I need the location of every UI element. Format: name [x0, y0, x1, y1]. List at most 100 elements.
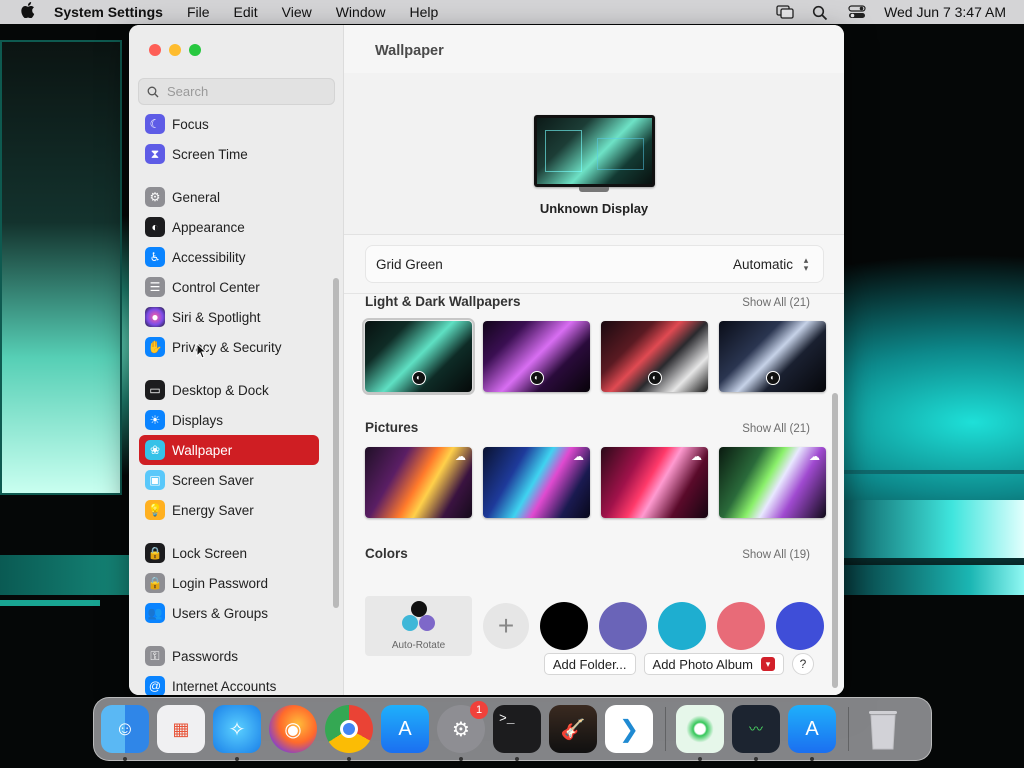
dock-vscode-icon[interactable]: ❯: [605, 705, 653, 753]
sidebar-item-users-groups[interactable]: 👥 Users & Groups: [139, 598, 319, 628]
show-all-button[interactable]: Show All (21): [742, 423, 810, 435]
control-center-icon[interactable]: [848, 5, 866, 19]
accessibility-icon: ♿: [145, 247, 165, 267]
dock-app-store-2-icon[interactable]: A: [788, 705, 836, 761]
menu-file[interactable]: File: [187, 4, 210, 20]
sidebar-item-accessibility[interactable]: ♿ Accessibility: [139, 242, 319, 272]
sidebar-item-displays[interactable]: ☀ Displays: [139, 405, 319, 435]
minimize-button[interactable]: [169, 44, 181, 56]
auto-rotate-tile[interactable]: Auto-Rotate: [365, 596, 472, 656]
sun-icon: ☀: [145, 410, 165, 430]
add-photo-album-button[interactable]: Add Photo Album ▾: [643, 653, 784, 675]
wallpaper-shape: [844, 565, 1024, 595]
menu-window[interactable]: Window: [336, 4, 386, 20]
wallpaper-thumbnail[interactable]: ◐: [483, 321, 590, 392]
sidebar-item-desktop-dock[interactable]: ▭ Desktop & Dock: [139, 375, 319, 405]
sidebar-item-siri-spotlight[interactable]: ● Siri & Spotlight: [139, 302, 319, 332]
page-title: Wallpaper: [375, 43, 444, 59]
sidebar-item-label: Accessibility: [172, 249, 246, 265]
sidebar-item-lock-screen[interactable]: 🔒 Lock Screen: [139, 538, 319, 568]
main-scrollbar[interactable]: [832, 393, 838, 688]
cloud-download-icon: ☁: [455, 451, 466, 463]
add-folder-button[interactable]: Add Folder...: [543, 653, 636, 675]
wallpaper-thumbnail[interactable]: ☁: [483, 447, 590, 518]
dock-trash-icon[interactable]: [859, 705, 907, 753]
search-input[interactable]: [167, 84, 327, 99]
wallpaper-thumbnail[interactable]: ☁: [719, 447, 826, 518]
cloud-download-icon: ☁: [809, 451, 820, 463]
search-field[interactable]: [138, 78, 335, 105]
sidebar-item-screen-saver[interactable]: ▣ Screen Saver: [139, 465, 319, 495]
dock-garageband-icon[interactable]: 🎸: [549, 705, 597, 753]
appearance-mode-popup[interactable]: Automatic ▴ ▾: [733, 255, 813, 273]
dock-terminal-icon[interactable]: >_: [493, 705, 541, 761]
menu-edit[interactable]: Edit: [234, 4, 258, 20]
help-button[interactable]: ?: [792, 653, 814, 675]
sidebar-item-focus[interactable]: ☾ Focus: [139, 109, 319, 139]
hand-icon: ✋: [145, 337, 165, 357]
sidebar-item-label: Screen Saver: [172, 472, 254, 488]
menu-view[interactable]: View: [282, 4, 312, 20]
sidebar-list: ☾ Focus ⧗ Screen Time ⚙ General ◐ Appear…: [139, 111, 319, 695]
screen-mirroring-icon[interactable]: [776, 5, 794, 19]
color-swatch[interactable]: [599, 602, 647, 650]
bulb-icon: 💡: [145, 500, 165, 520]
color-swatch[interactable]: [776, 602, 824, 650]
mouse-cursor-icon: [196, 343, 206, 359]
apple-menu-icon[interactable]: [18, 1, 38, 23]
wallpaper-shape: [0, 600, 100, 606]
dock-activity-monitor-icon[interactable]: 〰: [732, 705, 780, 761]
add-color-button[interactable]: +: [483, 603, 529, 649]
dock-launchpad-icon[interactable]: ▦: [157, 705, 205, 753]
sidebar-item-label: Passwords: [172, 648, 239, 664]
sidebar-item-passwords[interactable]: ⚿ Passwords: [139, 641, 319, 671]
menu-app-name[interactable]: System Settings: [54, 4, 163, 20]
close-button[interactable]: [149, 44, 161, 56]
display-monitor-icon: [534, 115, 655, 187]
sidebar-item-privacy-security[interactable]: ✋ Privacy & Security: [139, 332, 319, 362]
key-icon: ⚿: [145, 646, 165, 666]
color-swatch[interactable]: [717, 602, 765, 650]
show-all-button[interactable]: Show All (19): [742, 549, 810, 561]
wallpaper-thumbnail[interactable]: ☁: [601, 447, 708, 518]
sidebar-item-label: Lock Screen: [172, 545, 248, 561]
dock-system-settings-icon[interactable]: ⚙ 1: [437, 701, 488, 761]
wallpaper-thumbnail[interactable]: ☁: [365, 447, 472, 518]
search-icon[interactable]: [812, 5, 830, 21]
chevron-down-icon: ▾: [761, 657, 775, 671]
appearance-icon: ◐: [145, 217, 165, 237]
menu-clock[interactable]: Wed Jun 7 3:47 AM: [884, 4, 1006, 20]
show-all-button[interactable]: Show All (21): [742, 297, 810, 309]
wallpaper-thumbnail[interactable]: ◐: [601, 321, 708, 392]
wallpaper-thumbnail[interactable]: ◐: [719, 321, 826, 392]
dock-separator: [848, 707, 849, 751]
users-icon: 👥: [145, 603, 165, 623]
dock-safari-icon[interactable]: ✧: [213, 705, 261, 761]
sidebar-item-login-password[interactable]: 🔒 Login Password: [139, 568, 319, 598]
sidebar-item-screen-time[interactable]: ⧗ Screen Time: [139, 139, 319, 169]
color-swatch[interactable]: [658, 602, 706, 650]
wallpaper-thumbnail[interactable]: ◐: [362, 318, 475, 395]
dock-find-my-icon[interactable]: ●: [676, 705, 724, 761]
dynamic-badge-icon: ◐: [411, 371, 426, 385]
zoom-button[interactable]: [189, 44, 201, 56]
sidebar-item-energy-saver[interactable]: 💡 Energy Saver: [139, 495, 319, 525]
wallpaper-gallery: Light & Dark Wallpapers Show All (21) ◐ …: [344, 293, 844, 695]
sidebar-item-internet-accounts[interactable]: @ Internet Accounts: [139, 671, 319, 695]
sidebar-item-label: Appearance: [172, 219, 245, 235]
sidebar-item-label: Users & Groups: [172, 605, 269, 621]
dock-firefox-icon[interactable]: ◉: [269, 705, 317, 753]
dock-app-store-icon[interactable]: A: [381, 705, 429, 753]
lock-gray-icon: 🔒: [145, 573, 165, 593]
color-swatch[interactable]: [540, 602, 588, 650]
dynamic-badge-icon: ◐: [529, 371, 544, 385]
sidebar-scrollbar[interactable]: [333, 278, 339, 608]
dock-finder-icon[interactable]: ☺: [101, 705, 149, 761]
menu-help[interactable]: Help: [410, 4, 439, 20]
dock-chrome-icon[interactable]: [325, 705, 373, 761]
sidebar-item-appearance[interactable]: ◐ Appearance: [139, 212, 319, 242]
sidebar-item-control-center[interactable]: ☰ Control Center: [139, 272, 319, 302]
sidebar-item-general[interactable]: ⚙ General: [139, 182, 319, 212]
dock: ☺ ▦ ✧ ◉ A ⚙ 1 >_ 🎸 ❯ ● 〰 A: [93, 697, 932, 761]
sidebar-item-wallpaper[interactable]: ❀ Wallpaper: [139, 435, 319, 465]
